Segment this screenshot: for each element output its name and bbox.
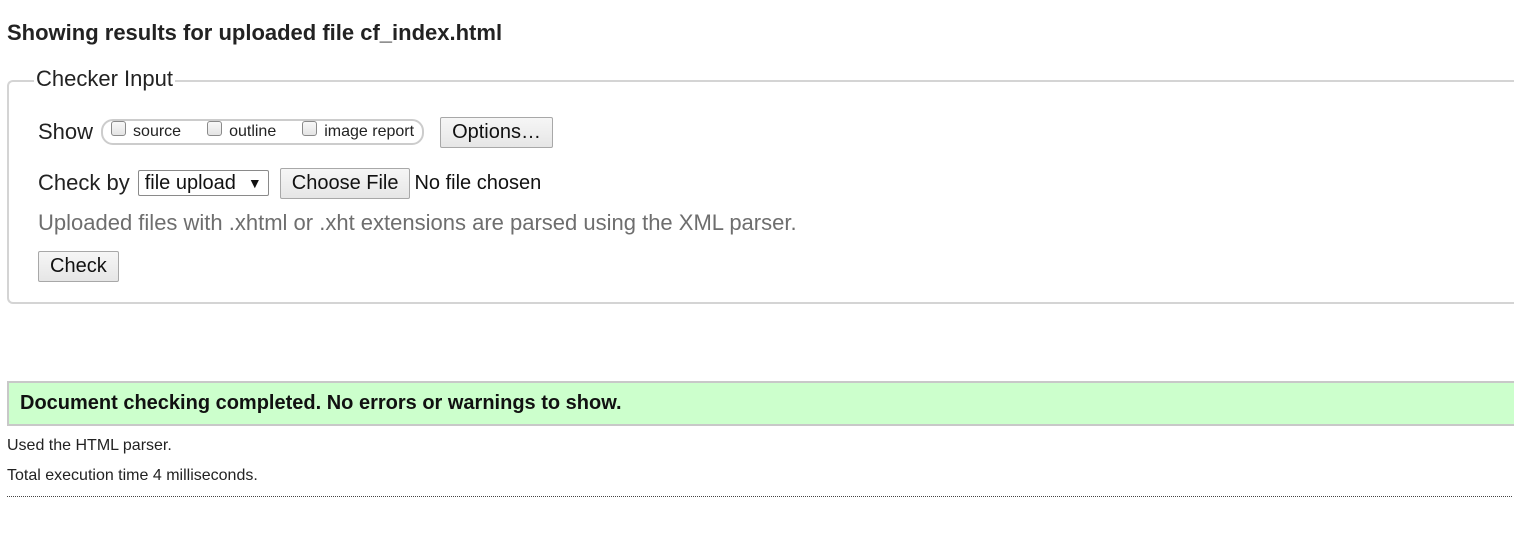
checker-input-legend: Checker Input bbox=[34, 66, 175, 92]
show-source-option[interactable]: source bbox=[111, 120, 182, 141]
check-by-row: Check by file upload ▼ Choose File No fi… bbox=[38, 167, 541, 199]
options-button[interactable]: Options… bbox=[440, 116, 553, 148]
page: Showing results for uploaded file cf_ind… bbox=[0, 0, 1514, 548]
success-message: Document checking completed. No errors o… bbox=[7, 381, 1514, 426]
page-title: Showing results for uploaded file cf_ind… bbox=[7, 20, 503, 45]
choose-file-button[interactable]: Choose File bbox=[279, 167, 411, 199]
show-row: Show source outline image report Options… bbox=[38, 116, 553, 148]
show-options-group: source outline image report bbox=[101, 119, 425, 145]
check-by-select[interactable]: file upload ▼ bbox=[137, 170, 269, 196]
file-status-text: No file chosen bbox=[414, 171, 542, 194]
outline-checkbox[interactable] bbox=[207, 120, 223, 136]
show-label: Show bbox=[38, 119, 94, 144]
image-report-checkbox-label: image report bbox=[324, 123, 415, 140]
show-image-report-option[interactable]: image report bbox=[302, 120, 415, 141]
xml-parser-hint: Uploaded files with .xhtml or .xht exten… bbox=[38, 210, 797, 235]
show-outline-option[interactable]: outline bbox=[207, 120, 277, 141]
check-by-label: Check by bbox=[38, 170, 130, 195]
dotted-divider bbox=[7, 496, 1512, 497]
execution-time: Total execution time 4 milliseconds. bbox=[7, 467, 258, 484]
dropdown-arrow-icon: ▼ bbox=[247, 175, 262, 191]
check-button[interactable]: Check bbox=[38, 251, 119, 282]
source-checkbox[interactable] bbox=[111, 120, 127, 136]
check-by-selected-value: file upload bbox=[144, 171, 236, 194]
parser-info: Used the HTML parser. bbox=[7, 437, 172, 454]
outline-checkbox-label: outline bbox=[229, 123, 277, 140]
image-report-checkbox[interactable] bbox=[302, 120, 318, 136]
source-checkbox-label: source bbox=[133, 123, 182, 140]
